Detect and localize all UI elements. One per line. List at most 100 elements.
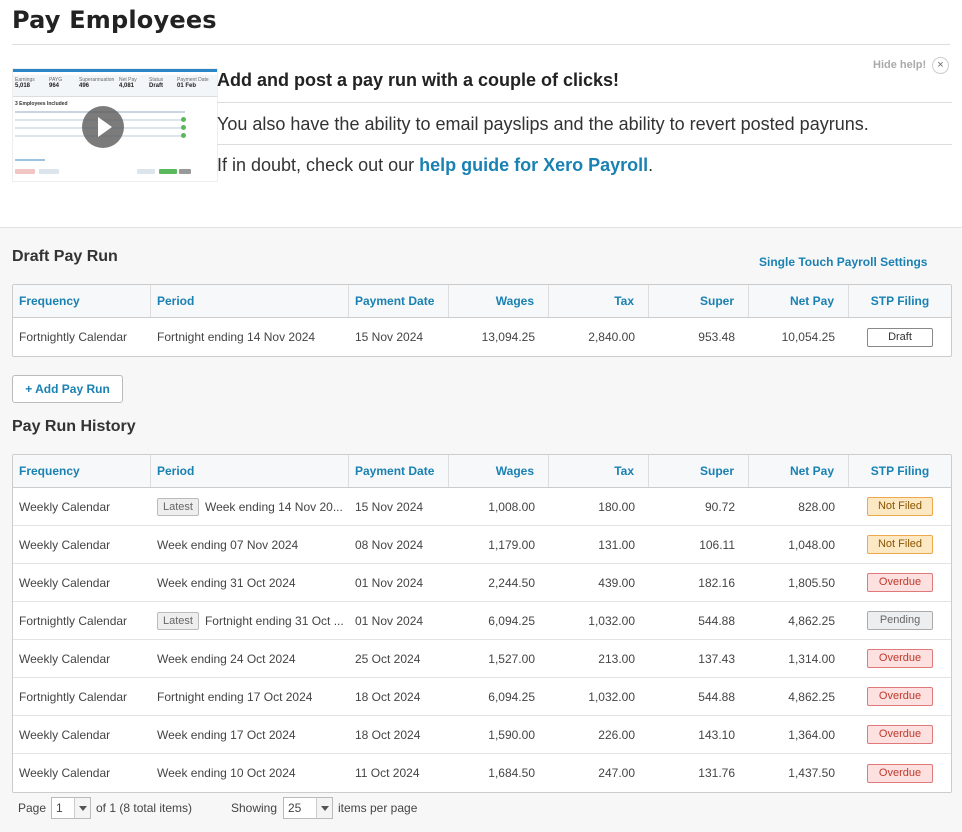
help-guide-link[interactable]: help guide for Xero Payroll — [419, 155, 648, 175]
per-page-label: items per page — [338, 801, 418, 815]
chevron-down-icon[interactable] — [74, 798, 90, 818]
page-count-label: of 1 (8 total items) — [96, 801, 193, 815]
table-row[interactable]: Weekly Calendar Week ending 17 Oct 2024 18… — [13, 716, 951, 754]
chevron-down-icon[interactable] — [316, 798, 332, 818]
column-header-freq[interactable]: Frequency — [13, 285, 151, 317]
stp-filing-cell: Overdue — [849, 564, 951, 601]
net-pay-cell: 4,862.25 — [788, 613, 835, 628]
net-pay-cell: 1,314.00 — [788, 651, 835, 666]
help-heading: Add and post a pay run with a couple of … — [217, 70, 620, 90]
stp-status-badge[interactable]: Overdue — [867, 687, 933, 706]
pagination: Page 1 of 1 (8 total items) Showing 25 i… — [0, 793, 962, 823]
stp-status-badge[interactable]: Pending — [867, 611, 933, 630]
status-dot-icon — [181, 133, 186, 138]
column-header-period[interactable]: Period — [151, 285, 349, 317]
tax-cell: 226.00 — [598, 727, 635, 742]
table-row[interactable]: Fortnightly Calendar Latest Fortnight endi… — [13, 602, 951, 640]
frequency-cell: Weekly Calendar — [19, 575, 111, 590]
column-header-date[interactable]: Payment Date — [349, 455, 449, 487]
period-link[interactable]: Week ending 14 Nov 20... — [205, 500, 343, 514]
column-header-net[interactable]: Net Pay — [749, 455, 849, 487]
stp-settings-link[interactable]: Single Touch Payroll Settings — [759, 255, 927, 269]
period-link[interactable]: Week ending 07 Nov 2024 — [157, 538, 298, 552]
super-cell: 953.48 — [698, 330, 735, 344]
frequency-cell: Weekly Calendar — [19, 537, 111, 552]
tax-cell: 213.00 — [598, 651, 635, 666]
frequency-cell: Weekly Calendar — [19, 727, 111, 742]
stp-status-badge[interactable]: Overdue — [867, 573, 933, 592]
table-row[interactable]: Weekly Calendar Latest Week ending 14 Nov … — [13, 488, 951, 526]
super-cell: 544.88 — [698, 613, 735, 628]
wages-cell: 2,244.50 — [488, 575, 535, 590]
thumb-stat: Payment Date 01 Feb — [177, 77, 209, 89]
column-header-net[interactable]: Net Pay — [749, 285, 849, 317]
period-link[interactable]: Week ending 17 Oct 2024 — [157, 728, 296, 742]
thumbnail-button — [15, 169, 35, 174]
period-link[interactable]: Fortnight ending 31 Oct ... — [205, 614, 344, 628]
payment-date-cell: 25 Oct 2024 — [355, 651, 421, 666]
stp-filing-cell: Not Filed — [849, 488, 951, 525]
period-link[interactable]: Fortnight ending 17 Oct 2024 — [157, 690, 312, 704]
tax-cell: 439.00 — [598, 575, 635, 590]
thumbnail-stats: Earnings 5,018 PAYG 964 Superannuation 496 … — [13, 75, 217, 97]
net-pay-cell: 10,054.25 — [781, 330, 835, 344]
column-header-freq[interactable]: Frequency — [13, 455, 151, 487]
stp-status-badge[interactable]: Overdue — [867, 725, 933, 744]
tax-cell: 2,840.00 — [588, 330, 635, 344]
page-size-select[interactable]: 25 — [283, 797, 333, 819]
help-video-thumbnail[interactable]: Earnings 5,018 PAYG 964 Superannuation 496 … — [12, 68, 218, 182]
net-pay-cell: 1,437.50 — [788, 766, 835, 780]
column-header-date[interactable]: Payment Date — [349, 285, 449, 317]
period-link[interactable]: Week ending 10 Oct 2024 — [157, 766, 296, 780]
column-header-wages[interactable]: Wages — [449, 285, 549, 317]
net-pay-cell: 1,805.50 — [788, 575, 835, 590]
thumbnail-button — [159, 169, 177, 174]
column-header-tax[interactable]: Tax — [549, 285, 649, 317]
stp-status-badge[interactable]: Not Filed — [867, 535, 933, 554]
stp-status-badge[interactable]: Overdue — [867, 649, 933, 668]
column-header-wages[interactable]: Wages — [449, 455, 549, 487]
table-row[interactable]: Weekly Calendar Week ending 10 Oct 2024 11… — [13, 754, 951, 792]
stp-status-badge[interactable]: Overdue — [867, 763, 933, 783]
draft-pay-run-title: Draft Pay Run — [12, 248, 118, 265]
hide-help-link[interactable]: Hide help! — [873, 59, 926, 71]
close-icon[interactable]: × — [932, 57, 949, 74]
column-header-period[interactable]: Period — [151, 455, 349, 487]
period-link[interactable]: Week ending 24 Oct 2024 — [157, 652, 296, 666]
table-row[interactable]: Fortnightly Calendar Fortnight ending 14 … — [13, 318, 951, 356]
frequency-cell: Fortnightly Calendar — [19, 689, 128, 704]
frequency-cell: Fortnightly Calendar — [19, 330, 128, 344]
stp-status-badge[interactable]: Not Filed — [867, 497, 933, 516]
pay-run-history-title: Pay Run History — [12, 418, 136, 435]
period-link[interactable]: Fortnight ending 14 Nov 2024 — [157, 330, 315, 344]
period-link[interactable]: Week ending 31 Oct 2024 — [157, 576, 296, 590]
period-cell: Fortnight ending 17 Oct 2024 — [151, 678, 349, 715]
table-row[interactable]: Weekly Calendar Week ending 07 Nov 2024 08… — [13, 526, 951, 564]
column-header-stp[interactable]: STP Filing — [849, 285, 951, 317]
super-cell: 182.16 — [698, 575, 735, 590]
net-pay-cell: 1,364.00 — [788, 727, 835, 742]
status-dot-icon — [181, 117, 186, 122]
wages-cell: 1,684.50 — [488, 766, 535, 780]
play-icon[interactable] — [82, 106, 124, 148]
thumb-stat: Earnings 5,018 — [15, 77, 35, 89]
column-header-tax[interactable]: Tax — [549, 455, 649, 487]
table-row[interactable]: Fortnightly Calendar Fortnight ending 17 … — [13, 678, 951, 716]
column-header-stp[interactable]: STP Filing — [849, 455, 951, 487]
column-header-super[interactable]: Super — [649, 285, 749, 317]
stp-filing-cell: Overdue — [849, 716, 951, 753]
page-title: Pay Employees — [12, 6, 217, 34]
column-header-super[interactable]: Super — [649, 455, 749, 487]
help-guide-text: If in doubt, check out our help guide fo… — [217, 155, 654, 175]
table-row[interactable]: Weekly Calendar Week ending 24 Oct 2024 25… — [13, 640, 951, 678]
stp-status-badge[interactable]: Draft — [867, 327, 933, 347]
payment-date-cell: 15 Nov 2024 — [355, 330, 424, 344]
thumb-stat: Status Draft — [149, 77, 164, 89]
table-row[interactable]: Weekly Calendar Week ending 31 Oct 2024 01… — [13, 564, 951, 602]
payment-date-cell: 01 Nov 2024 — [355, 575, 424, 590]
page-select[interactable]: 1 — [51, 797, 91, 819]
help-divider — [217, 144, 952, 145]
stp-filing-cell: Not Filed — [849, 526, 951, 563]
add-pay-run-button[interactable]: + Add Pay Run — [12, 375, 123, 403]
pay-run-history-table: Frequency Period Payment Date Wages Tax Super… — [12, 454, 952, 793]
